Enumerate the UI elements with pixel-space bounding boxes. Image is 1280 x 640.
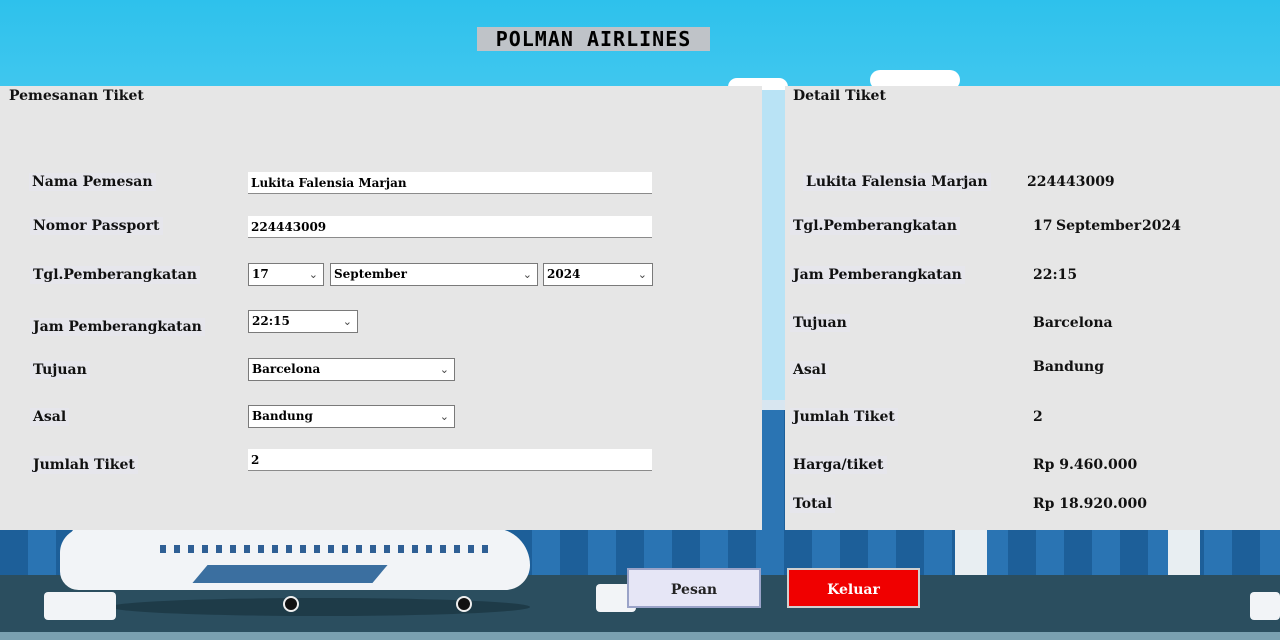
origin-label: Asal <box>30 408 70 426</box>
detail-destination: Barcelona <box>1033 315 1113 331</box>
destination-select[interactable]: Barcelona ⌄ <box>248 358 455 381</box>
detail-name: Lukita Falensia Marjan <box>803 173 991 191</box>
chevron-down-icon: ⌄ <box>439 363 449 376</box>
airplane-wheel <box>456 596 472 612</box>
chevron-down-icon: ⌄ <box>522 268 532 281</box>
detail-time: 22:15 <box>1033 267 1078 283</box>
name-field[interactable]: Lukita Falensia Marjan <box>248 172 652 194</box>
detail-price-label: Harga/tiket <box>790 456 887 474</box>
airplane-wing <box>192 565 388 583</box>
year-select[interactable]: 2024 ⌄ <box>543 263 653 286</box>
ticket-detail-title: Detail Tiket <box>793 88 886 104</box>
chevron-down-icon: ⌄ <box>342 315 352 328</box>
detail-total: Rp 18.920.000 <box>1033 496 1147 512</box>
quantity-field[interactable]: 2 <box>248 449 652 471</box>
passport-label: Nomor Passport <box>30 217 163 235</box>
app-title: POLMAN AIRLINES <box>477 27 710 51</box>
detail-origin-label: Asal <box>790 361 830 379</box>
time-select[interactable]: 22:15 ⌄ <box>248 310 358 333</box>
origin-select-value: Bandung <box>252 409 313 423</box>
chevron-down-icon: ⌄ <box>308 268 318 281</box>
order-button[interactable]: Pesan <box>627 568 761 608</box>
destination-label: Tujuan <box>30 361 90 379</box>
passport-field[interactable]: 224443009 <box>248 216 652 238</box>
luggage-cart <box>44 592 116 620</box>
booking-panel-title: Pemesanan Tiket <box>9 88 144 104</box>
terminal-pillar <box>1168 530 1200 580</box>
detail-date-month: September <box>1056 218 1142 234</box>
luggage-cart <box>1250 592 1280 620</box>
detail-date-year: 2024 <box>1142 218 1181 234</box>
ticket-detail-panel: Detail Tiket Lukita Falensia Marjan 2244… <box>785 86 1280 530</box>
time-select-value: 22:15 <box>252 314 290 328</box>
name-label: Nama Pemesan <box>29 173 156 191</box>
terminal-pillar <box>955 530 987 580</box>
date-label: Tgl.Pemberangkatan <box>30 266 200 284</box>
tarmac-line <box>0 632 1280 640</box>
detail-time-label: Jam Pemberangkatan <box>790 266 965 284</box>
detail-quantity-label: Jumlah Tiket <box>790 408 898 426</box>
time-label: Jam Pemberangkatan <box>30 318 205 336</box>
month-select[interactable]: September ⌄ <box>330 263 538 286</box>
quantity-label: Jumlah Tiket <box>30 456 138 474</box>
detail-date-label: Tgl.Pemberangkatan <box>790 217 960 235</box>
day-select[interactable]: 17 ⌄ <box>248 263 324 286</box>
origin-select[interactable]: Bandung ⌄ <box>248 405 455 428</box>
detail-origin: Bandung <box>1033 359 1105 375</box>
year-select-value: 2024 <box>547 267 581 281</box>
booking-panel: Pemesanan Tiket Nama Pemesan Lukita Fale… <box>0 86 762 530</box>
detail-quantity: 2 <box>1033 409 1043 425</box>
month-select-value: September <box>334 267 407 281</box>
airplane-wheel <box>283 596 299 612</box>
detail-destination-label: Tujuan <box>790 314 850 332</box>
airplane-windows <box>160 545 490 553</box>
detail-total-label: Total <box>790 495 836 513</box>
chevron-down-icon: ⌄ <box>637 268 647 281</box>
chevron-down-icon: ⌄ <box>439 410 449 423</box>
destination-select-value: Barcelona <box>252 362 321 376</box>
detail-price: Rp 9.460.000 <box>1033 457 1138 473</box>
day-select-value: 17 <box>252 267 269 281</box>
exit-button[interactable]: Keluar <box>787 568 920 608</box>
detail-date-day: 17 <box>1033 218 1053 234</box>
terminal-tower <box>762 90 786 410</box>
detail-passport: 224443009 <box>1027 174 1115 190</box>
